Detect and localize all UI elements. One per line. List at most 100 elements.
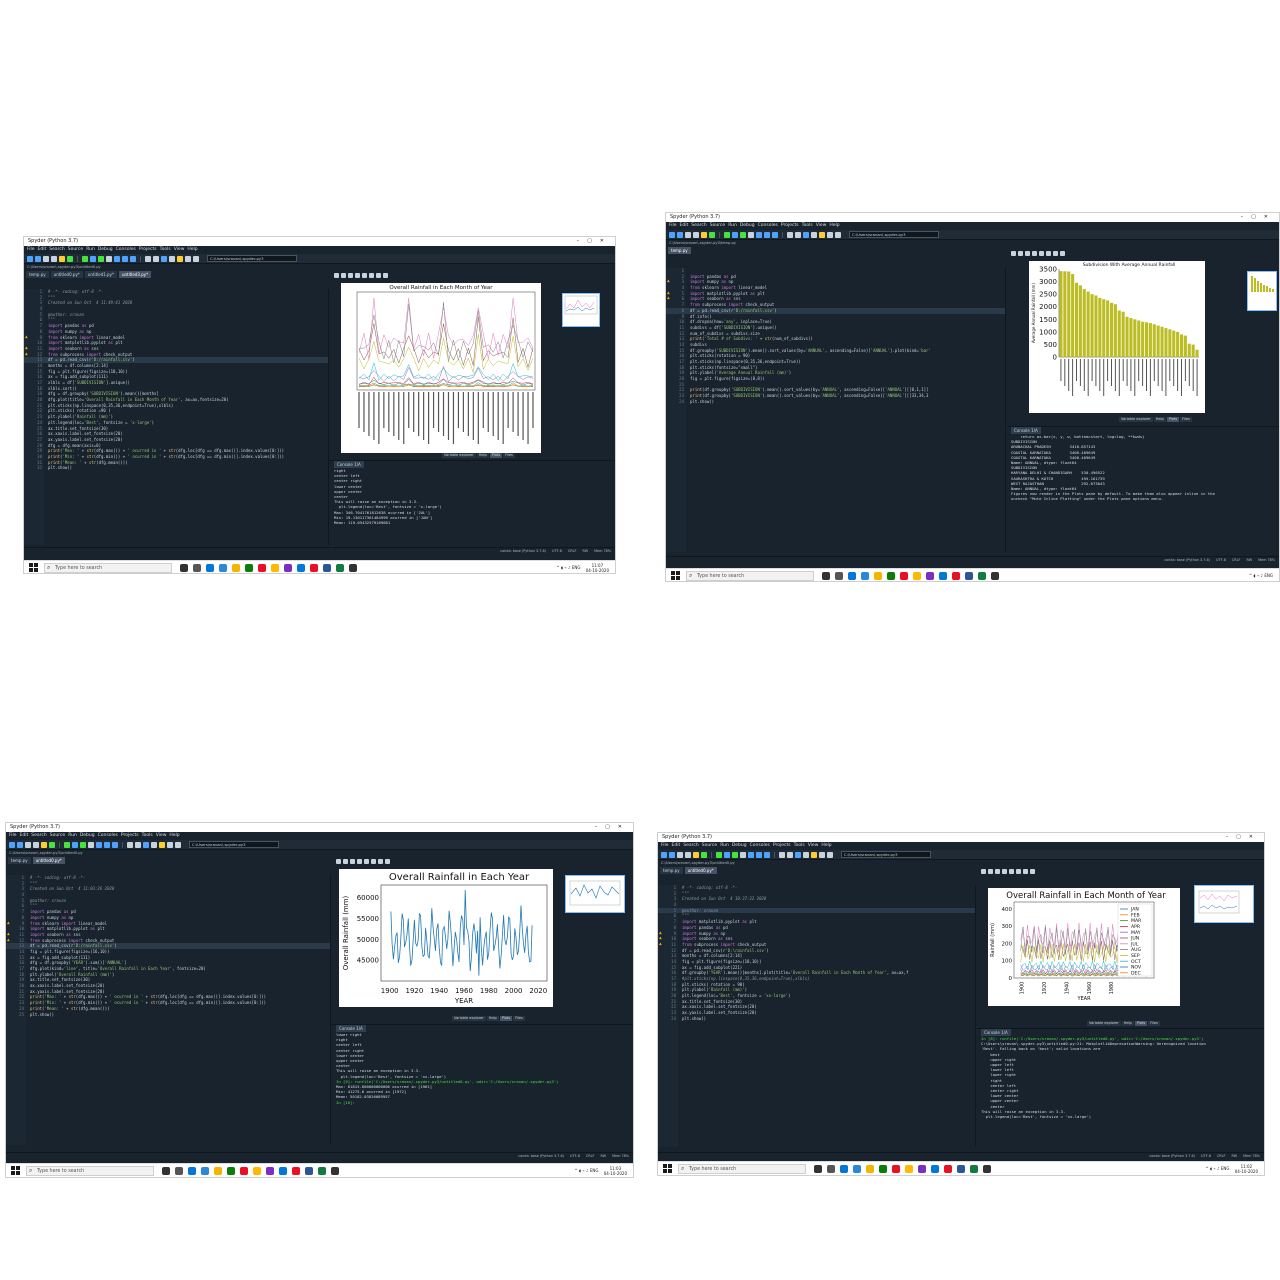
tab-plots[interactable]: Plots — [1134, 1021, 1148, 1026]
working-directory-input[interactable]: C:\Users\sravan\.spyder-py3 — [841, 851, 931, 858]
plot-thumbnail[interactable] — [562, 293, 600, 327]
toolbar-button-icon[interactable] — [787, 231, 793, 238]
toolbar-button-icon[interactable] — [819, 851, 825, 858]
toolbar-button-icon[interactable] — [167, 841, 173, 848]
toolbar-button-icon[interactable] — [811, 231, 817, 238]
menu-tools[interactable]: Tools — [802, 223, 813, 228]
toolbar-button-icon[interactable] — [732, 231, 738, 238]
toolbar-button-icon[interactable] — [669, 231, 675, 238]
menu-debug[interactable]: Debug — [80, 833, 95, 838]
menu-debug[interactable]: Debug — [732, 843, 747, 848]
tab-help[interactable]: Help — [486, 1016, 499, 1021]
taskbar-app-icon[interactable] — [887, 571, 895, 580]
tab-variable-explorer[interactable]: Variable explorer — [442, 453, 476, 458]
taskbar-app-icon[interactable] — [253, 1166, 261, 1175]
toolbar-button-icon[interactable] — [193, 255, 199, 262]
toolbar-button-icon[interactable] — [803, 231, 809, 238]
toolbar-button-icon[interactable] — [685, 231, 691, 238]
taskbar-app-icon[interactable] — [271, 563, 279, 572]
toolbar-button-icon[interactable] — [130, 255, 136, 262]
ipython-console[interactable]: Console 1/A right center left center right… — [330, 460, 615, 545]
windows-start-icon[interactable] — [11, 1166, 20, 1175]
toolbar-button-icon[interactable] — [811, 851, 817, 858]
code-line[interactable]: 24 plt.show() — [658, 1016, 975, 1022]
tab-help[interactable]: Help — [1121, 1021, 1134, 1026]
toolbar-button-icon[interactable] — [827, 851, 833, 858]
toolbar-button-icon[interactable] — [732, 851, 738, 858]
menu-tools[interactable]: Tools — [794, 843, 805, 848]
menu-help[interactable]: Help — [169, 833, 179, 838]
toolbar-button-icon[interactable] — [669, 851, 675, 858]
toolbar-button-icon[interactable] — [104, 841, 110, 848]
taskbar-app-icon[interactable] — [279, 1166, 287, 1175]
editor-tab[interactable]: temp.py — [8, 857, 31, 864]
editor-tab[interactable]: untitled1.py* — [84, 271, 117, 278]
toolbar-button-icon[interactable] — [827, 231, 833, 238]
taskbar-app-icon[interactable] — [827, 1164, 835, 1173]
tab-plots[interactable]: Plots — [1166, 417, 1180, 422]
menu-search[interactable]: Search — [691, 223, 706, 228]
toolbar-button-icon[interactable] — [90, 255, 96, 262]
taskbar-app-icon[interactable] — [835, 571, 843, 580]
toolbar-button-icon[interactable] — [693, 231, 699, 238]
toolbar-button-icon[interactable] — [114, 255, 120, 262]
tab-help[interactable]: Help — [476, 453, 489, 458]
toolbar-button-icon[interactable] — [143, 841, 149, 848]
menu-source[interactable]: Source — [68, 247, 83, 252]
toolbar-button-icon[interactable] — [43, 255, 49, 262]
taskbar-app-icon[interactable] — [292, 1166, 300, 1175]
toolbar-button-icon[interactable] — [67, 255, 73, 262]
editor-tab[interactable]: temp.py — [26, 271, 49, 278]
taskbar-app-icon[interactable] — [892, 1164, 900, 1173]
toolbar-button-icon[interactable] — [96, 841, 102, 848]
menu-help[interactable]: Help — [187, 247, 197, 252]
tab-files[interactable]: Files — [1148, 1021, 1160, 1026]
editor-tab-active[interactable]: untitled0.py* — [684, 867, 717, 874]
taskbar-app-icon[interactable] — [232, 563, 240, 572]
menu-search[interactable]: Search — [49, 247, 64, 252]
toolbar-button-icon[interactable] — [127, 841, 133, 848]
code-line[interactable]: 25 plt.show() — [6, 1012, 330, 1018]
menu-file[interactable]: File — [9, 833, 17, 838]
window-controls[interactable]: –▢✕ — [1226, 833, 1261, 842]
menu-help[interactable]: Help — [829, 223, 839, 228]
taskbar-app-icon[interactable] — [840, 1164, 848, 1173]
toolbar-button-icon[interactable] — [51, 255, 57, 262]
tab-plots[interactable]: Plots — [499, 1016, 513, 1021]
taskbar-app-icon[interactable] — [822, 571, 830, 580]
toolbar-button-icon[interactable] — [159, 841, 165, 848]
taskbar-search-input[interactable]: Type here to search — [686, 570, 814, 581]
toolbar-button-icon[interactable] — [9, 841, 15, 848]
toolbar-button-icon[interactable] — [677, 231, 683, 238]
taskbar-app-icon[interactable] — [965, 571, 973, 580]
toolbar-button-icon[interactable] — [748, 231, 754, 238]
toolbar-button-icon[interactable] — [724, 851, 730, 858]
taskbar-app-icon[interactable] — [219, 563, 227, 572]
toolbar-button-icon[interactable] — [803, 851, 809, 858]
toolbar-button-icon[interactable] — [819, 231, 825, 238]
taskbar-app-icon[interactable] — [162, 1166, 170, 1175]
menu-debug[interactable]: Debug — [98, 247, 113, 252]
taskbar-app-icon[interactable] — [978, 571, 986, 580]
taskbar-app-icon[interactable] — [991, 571, 999, 580]
tab-files[interactable]: Files — [513, 1016, 525, 1021]
toolbar-button-icon[interactable] — [756, 851, 762, 858]
menu-view[interactable]: View — [156, 833, 167, 838]
editor-tab-active[interactable]: untitled3.py* — [118, 271, 152, 278]
toolbar-button-icon[interactable] — [740, 231, 746, 238]
menu-consoles[interactable]: Consoles — [98, 833, 118, 838]
toolbar-button-icon[interactable] — [709, 231, 715, 238]
taskbar-app-icon[interactable] — [245, 563, 253, 572]
toolbar-button-icon[interactable] — [779, 851, 785, 858]
taskbar-app-icon[interactable] — [939, 571, 947, 580]
toolbar-button-icon[interactable] — [41, 841, 47, 848]
window-controls[interactable]: –▢✕ — [595, 823, 630, 832]
editor-tab-active[interactable]: untitled0.py* — [32, 857, 65, 864]
tab-files[interactable]: Files — [503, 453, 515, 458]
toolbar-button-icon[interactable] — [88, 841, 94, 848]
window-controls[interactable]: –▢✕ — [1241, 213, 1276, 222]
taskbar-app-icon[interactable] — [957, 1164, 965, 1173]
taskbar-app-icon[interactable] — [214, 1166, 222, 1175]
code-editor[interactable]: 1 2 import pandas as pd 3 ▲ import numpy as n… — [666, 268, 1006, 552]
menu-run[interactable]: Run — [68, 833, 77, 838]
